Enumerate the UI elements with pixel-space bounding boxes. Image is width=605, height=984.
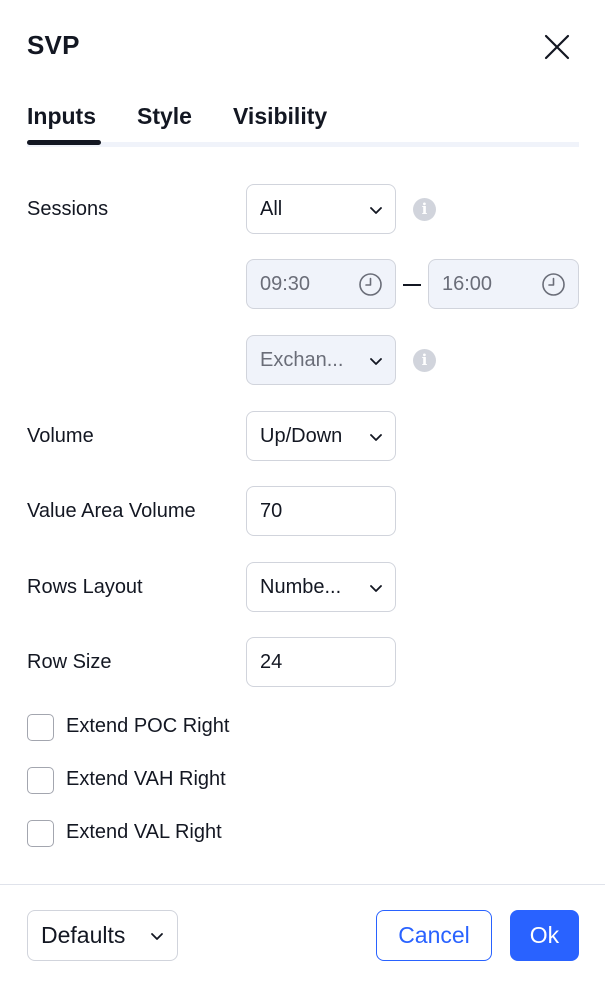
info-icon[interactable]: i bbox=[413, 349, 436, 372]
ok-button[interactable]: Ok bbox=[510, 910, 579, 961]
value-area-volume-label: Value Area Volume bbox=[27, 500, 196, 522]
close-icon[interactable] bbox=[538, 28, 576, 66]
extend-vah-right-label: Extend VAH Right bbox=[66, 768, 226, 790]
tab-visibility[interactable]: Visibility bbox=[233, 103, 327, 130]
extend-val-right-checkbox[interactable] bbox=[27, 820, 54, 847]
info-icon[interactable]: i bbox=[413, 198, 436, 221]
volume-label: Volume bbox=[27, 425, 94, 447]
extend-poc-right-checkbox[interactable] bbox=[27, 714, 54, 741]
session-end-time-input[interactable]: 16:00 bbox=[428, 259, 579, 309]
timezone-value: Exchan... bbox=[260, 349, 344, 371]
tab-inputs[interactable]: Inputs bbox=[27, 103, 96, 130]
tab-bar: Inputs Style Visibility bbox=[27, 100, 579, 147]
dialog-title: SVP bbox=[27, 30, 80, 60]
footer-divider bbox=[0, 884, 605, 885]
defaults-button-label: Defaults bbox=[41, 922, 126, 948]
row-size-label: Row Size bbox=[27, 651, 112, 673]
chevron-down-icon bbox=[368, 202, 384, 218]
rows-layout-label: Rows Layout bbox=[27, 576, 143, 598]
chevron-down-icon bbox=[368, 429, 384, 445]
session-start-time-value: 09:30 bbox=[260, 273, 311, 295]
session-end-time-value: 16:00 bbox=[442, 273, 493, 295]
clock-icon[interactable] bbox=[541, 272, 566, 297]
chevron-down-icon bbox=[368, 580, 384, 596]
tab-style[interactable]: Style bbox=[137, 103, 192, 130]
chevron-down-icon bbox=[368, 353, 384, 369]
sessions-select[interactable]: All bbox=[246, 184, 396, 234]
chevron-down-icon bbox=[149, 928, 165, 944]
extend-poc-right-label: Extend POC Right bbox=[66, 715, 230, 737]
timezone-select[interactable]: Exchan... bbox=[246, 335, 396, 385]
row-size-input[interactable]: 24 bbox=[246, 637, 396, 687]
rows-layout-value: Numbe... bbox=[260, 576, 342, 598]
session-start-time-input[interactable]: 09:30 bbox=[246, 259, 396, 309]
row-size-value: 24 bbox=[260, 651, 283, 673]
indicator-settings-dialog: SVP Inputs Style Visibility Sessions All… bbox=[0, 0, 605, 984]
volume-value: Up/Down bbox=[260, 425, 343, 447]
active-tab-indicator bbox=[27, 140, 101, 145]
sessions-value: All bbox=[260, 198, 283, 220]
extend-vah-right-checkbox[interactable] bbox=[27, 767, 54, 794]
rows-layout-select[interactable]: Numbe... bbox=[246, 562, 396, 612]
cancel-button[interactable]: Cancel bbox=[376, 910, 492, 961]
value-area-volume-input[interactable]: 70 bbox=[246, 486, 396, 536]
sessions-label: Sessions bbox=[27, 198, 109, 220]
time-range-separator bbox=[403, 284, 421, 286]
defaults-button[interactable]: Defaults bbox=[27, 910, 178, 961]
value-area-volume-value: 70 bbox=[260, 500, 283, 522]
extend-val-right-label: Extend VAL Right bbox=[66, 821, 222, 843]
volume-select[interactable]: Up/Down bbox=[246, 411, 396, 461]
clock-icon[interactable] bbox=[358, 272, 383, 297]
